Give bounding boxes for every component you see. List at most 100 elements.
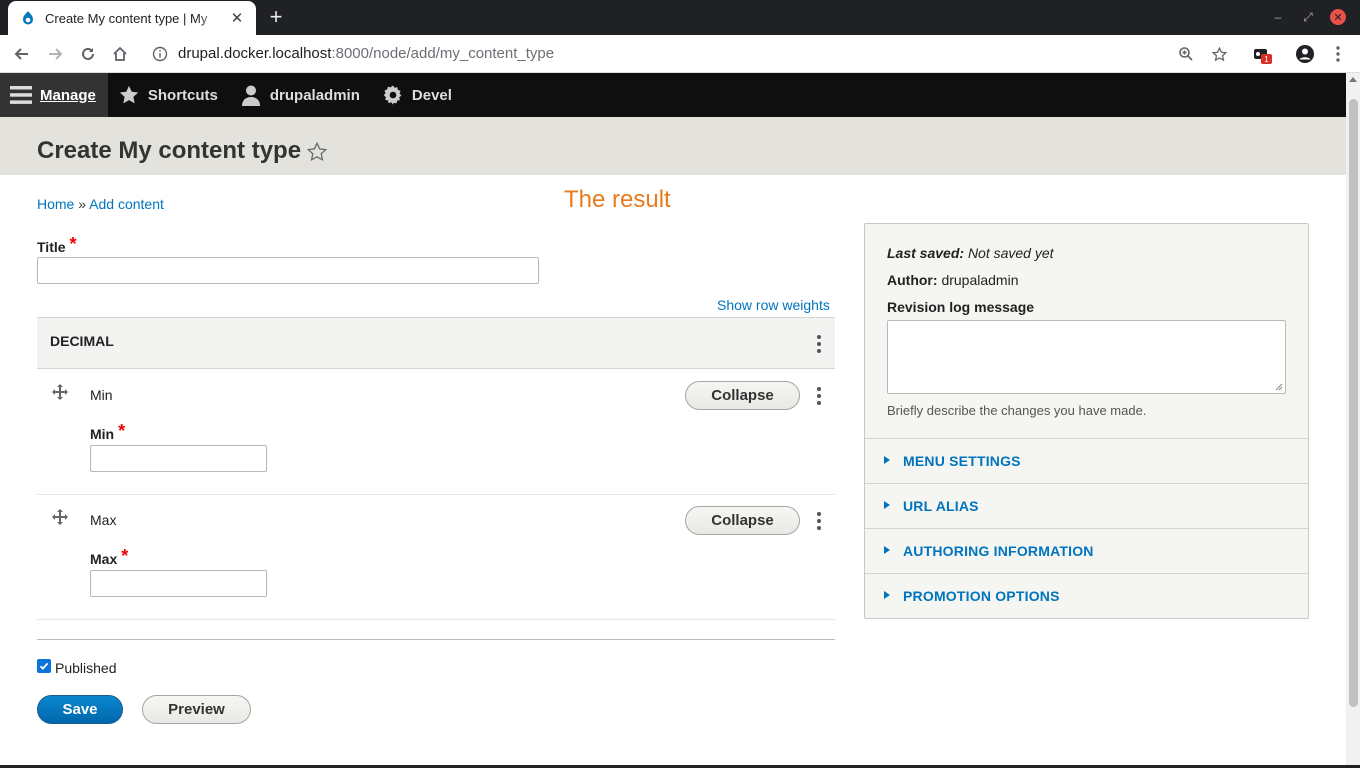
url-path: :8000/node/add/my_content_type [331, 45, 555, 62]
toolbar-devel[interactable]: Devel [372, 73, 464, 117]
toolbar-user[interactable]: drupaladmin [230, 73, 372, 117]
collapse-max-button[interactable]: Collapse [685, 506, 800, 535]
expand-triangle-icon [884, 501, 890, 509]
required-marker: * [69, 234, 77, 254]
tab-title: Create My content type | My [45, 10, 208, 26]
home-icon[interactable] [108, 42, 132, 66]
revision-log-label: Revision log message [887, 299, 1035, 315]
breadcrumb-separator: » [78, 196, 87, 212]
toolbar-user-label: drupaladmin [269, 86, 360, 104]
max-label-text: Max [90, 551, 118, 567]
expand-triangle-icon [884, 546, 890, 554]
required-marker: * [121, 546, 129, 566]
expand-triangle-icon [884, 456, 890, 464]
decimal-table-header: DECIMAL [37, 317, 835, 369]
scroll-thumb[interactable] [1349, 99, 1358, 707]
promotion-options-section[interactable]: PROMOTION OPTIONS [865, 573, 1308, 618]
browser-tabbar: Create My content type | My ✕ + – ⤢ ✕ [0, 0, 1360, 35]
published-label[interactable]: Published [55, 660, 117, 676]
page-title: Create My content type [37, 137, 302, 164]
table-header-title: DECIMAL [50, 333, 114, 349]
required-marker: * [118, 421, 126, 441]
revision-log-textarea[interactable] [887, 320, 1286, 394]
promotion-options-summary[interactable]: PROMOTION OPTIONS [903, 588, 1060, 604]
author-value: drupaladmin [941, 272, 1019, 288]
row-max-operations-icon[interactable] [816, 512, 822, 532]
save-button[interactable]: Save [37, 695, 123, 724]
row-name-max: Max [90, 512, 117, 528]
hamburger-icon [10, 86, 32, 104]
window-minimize-icon[interactable]: – [1270, 9, 1286, 25]
bookmark-star-icon[interactable] [1207, 42, 1231, 66]
min-label: Min * [90, 421, 126, 444]
check-icon [39, 662, 49, 670]
authoring-information-summary[interactable]: AUTHORING INFORMATION [903, 543, 1094, 559]
drag-handle-icon[interactable] [52, 509, 68, 525]
zoom-icon[interactable] [1174, 42, 1198, 66]
toolbar-shortcuts-label: Shortcuts [147, 86, 218, 104]
toolbar-devel-label: Devel [411, 86, 452, 104]
site-info-icon[interactable] [152, 46, 168, 62]
meta-sidebar: Last saved: Not saved yet Author: drupal… [864, 223, 1309, 619]
breadcrumb: Home » Add content [37, 196, 164, 212]
collapse-min-button[interactable]: Collapse [685, 381, 800, 410]
result-note: The result [564, 186, 671, 213]
toolbar-manage-label: Manage [40, 86, 96, 104]
author-label: Author: [887, 272, 938, 288]
form-divider [37, 639, 835, 640]
row-divider [37, 494, 835, 495]
last-saved: Last saved: Not saved yet [887, 245, 1054, 261]
resize-grip-icon[interactable] [1275, 383, 1283, 391]
show-row-weights-link[interactable]: Show row weights [717, 297, 830, 313]
menu-settings-section[interactable]: MENU SETTINGS [865, 438, 1308, 483]
drag-handle-icon[interactable] [52, 384, 68, 400]
profile-icon[interactable] [1293, 42, 1317, 66]
url-host: drupal.docker.localhost [178, 45, 332, 62]
min-label-text: Min [90, 426, 115, 442]
breadcrumb-home[interactable]: Home [37, 196, 74, 212]
close-tab-icon[interactable]: ✕ [228, 9, 246, 27]
max-input[interactable] [90, 570, 267, 597]
add-to-shortcuts-star-icon[interactable] [306, 141, 328, 163]
row-name-min: Min [90, 387, 113, 403]
max-label: Max * [90, 546, 129, 569]
preview-button[interactable]: Preview [142, 695, 251, 724]
drupal-favicon-icon [23, 11, 33, 25]
last-saved-value: Not saved yet [967, 245, 1054, 261]
window-close-icon[interactable]: ✕ [1330, 9, 1346, 25]
scroll-up-icon[interactable] [1349, 77, 1357, 82]
page-scrollbar[interactable] [1346, 73, 1360, 768]
back-icon[interactable] [10, 42, 34, 66]
last-saved-label: Last saved: [887, 245, 965, 261]
row-min-operations-icon[interactable] [816, 387, 822, 407]
new-tab-icon[interactable]: + [264, 5, 288, 29]
title-label-text: Title [37, 239, 66, 255]
window-maximize-icon[interactable]: ⤢ [1300, 9, 1316, 25]
expand-triangle-icon [884, 591, 890, 599]
published-checkbox[interactable] [37, 659, 51, 673]
author: Author: drupaladmin [887, 272, 1019, 288]
title-input[interactable] [37, 257, 539, 284]
authoring-information-section[interactable]: AUTHORING INFORMATION [865, 528, 1308, 573]
reload-icon[interactable] [76, 42, 100, 66]
address-bar[interactable]: drupal.docker.localhost:8000/node/add/my… [178, 45, 554, 62]
browser-menu-icon[interactable] [1326, 42, 1350, 66]
extension-icon[interactable]: 1 [1249, 42, 1273, 66]
min-input[interactable] [90, 445, 267, 472]
url-alias-section[interactable]: URL ALIAS [865, 483, 1308, 528]
row-divider [37, 619, 835, 620]
menu-settings-summary[interactable]: MENU SETTINGS [903, 453, 1021, 469]
star-icon [119, 85, 139, 104]
forward-icon[interactable] [43, 42, 67, 66]
browser-tab[interactable]: Create My content type | My ✕ [8, 1, 256, 35]
browser-toolbar: drupal.docker.localhost:8000/node/add/my… [0, 35, 1360, 73]
gear-icon [383, 85, 402, 105]
url-alias-summary[interactable]: URL ALIAS [903, 498, 979, 514]
title-label: Title * [37, 234, 77, 257]
extension-badge: 1 [1261, 54, 1272, 64]
toolbar-shortcuts[interactable]: Shortcuts [108, 73, 230, 117]
header-operations-icon[interactable] [816, 335, 822, 355]
toolbar-manage[interactable]: Manage [0, 73, 108, 117]
page-header: Create My content type [0, 117, 1346, 175]
breadcrumb-add-content[interactable]: Add content [89, 196, 164, 212]
